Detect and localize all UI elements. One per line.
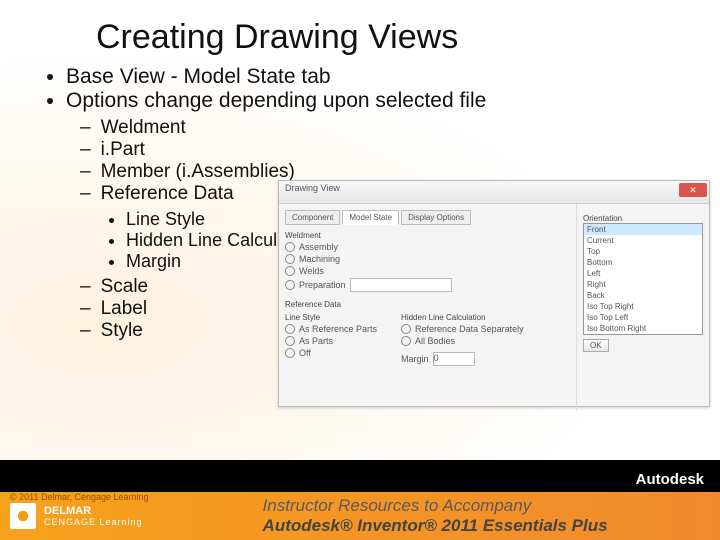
slide-title: Creating Drawing Views [96,18,690,57]
bullet-base-view: Base View - Model State tab [66,65,690,89]
reference-data-label: Reference Data [285,300,570,309]
weldment-welds: Welds [299,266,324,276]
weldment-machining: Machining [299,254,340,264]
weldment-assembly: Assembly [299,242,338,252]
bullet-options: Options change depending upon selected f… [66,89,690,113]
radio-ref-separately[interactable] [401,324,411,334]
view-current[interactable]: Current [584,235,702,246]
ls-as-reference: As Reference Parts [299,324,377,334]
copyright: © 2011 Delmar, Cengage Learning [10,492,149,502]
ls-as-parts: As Parts [299,336,333,346]
view-iso-top-right[interactable]: Iso Top Right [584,301,702,312]
ls-off: Off [299,348,311,358]
orientation-label: Orientation [583,214,703,223]
close-icon[interactable]: ✕ [679,183,707,197]
view-right[interactable]: Right [584,279,702,290]
weldment-group-label: Weldment [285,231,570,240]
view-back[interactable]: Back [584,290,702,301]
view-top[interactable]: Top [584,246,702,257]
footer-line1: Instructor Resources to Accompany [263,496,608,516]
radio-as-parts[interactable] [285,336,295,346]
radio-assembly[interactable] [285,242,295,252]
footer: Autodesk DELMAR CENGAGE Learning Instruc… [0,460,720,540]
sub-weldment: Weldment [80,117,690,139]
view-front[interactable]: Front [584,224,702,235]
hc-separately: Reference Data Separately [415,324,524,334]
view-bottom[interactable]: Bottom [584,257,702,268]
line-style-label: Line Style [285,313,377,322]
radio-welds[interactable] [285,266,295,276]
preparation-select[interactable] [350,278,452,292]
footer-line2: Autodesk® Inventor® 2011 Essentials Plus [263,516,608,535]
view-left[interactable]: Left [584,268,702,279]
hidden-calc-label: Hidden Line Calculation [401,313,524,322]
radio-as-reference-parts[interactable] [285,324,295,334]
margin-input[interactable]: 0 [433,352,475,366]
hc-all-bodies: All Bodies [415,336,455,346]
tab-display-options[interactable]: Display Options [401,210,471,225]
radio-preparation[interactable] [285,280,295,290]
cengage-text: CENGAGE Learning [44,517,143,527]
weldment-preparation: Preparation [299,280,346,290]
radio-machining[interactable] [285,254,295,264]
radio-all-bodies[interactable] [401,336,411,346]
radio-off[interactable] [285,348,295,358]
delmar-text: DELMAR [44,505,143,517]
view-iso-bottom-right[interactable]: Iso Bottom Right [584,323,702,334]
view-iso-top-left[interactable]: Iso Top Left [584,312,702,323]
autodesk-logo: Autodesk [0,468,720,492]
margin-label: Margin [401,354,429,364]
ok-button[interactable]: OK [583,339,609,352]
orientation-list[interactable]: Front Current Top Bottom Left Right Back… [583,223,703,335]
drawing-view-dialog: Drawing View ✕ Component Model State Dis… [278,180,710,407]
delmar-logo-icon [10,503,36,529]
tab-model-state[interactable]: Model State [342,210,399,225]
sub-ipart: i.Part [80,139,690,161]
view-iso-bottom-left[interactable]: Iso Bottom Left [584,334,702,335]
dialog-title: Drawing View [285,183,340,193]
tab-component[interactable]: Component [285,210,340,225]
